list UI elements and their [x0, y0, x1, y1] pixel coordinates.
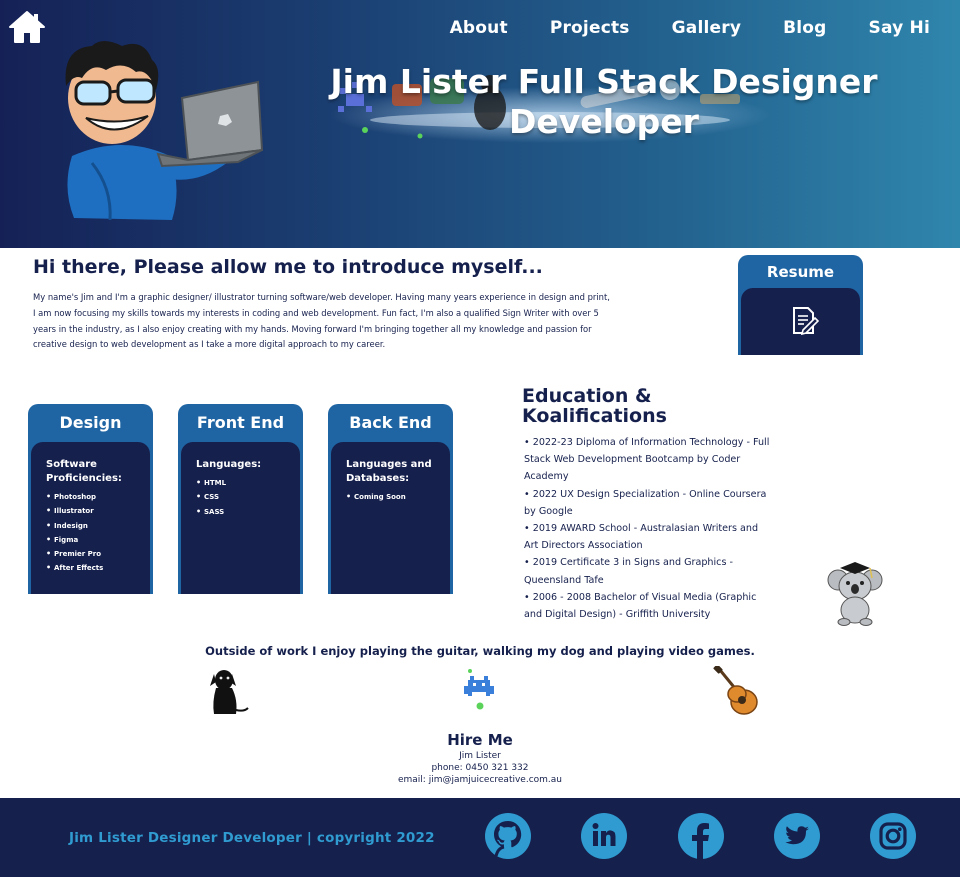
skill-card-title: Front End [196, 413, 285, 432]
instagram-icon[interactable] [869, 812, 917, 860]
intro-heading: Hi there, Please allow me to introduce m… [33, 256, 543, 278]
intro-paragraph: My name's Jim and I'm a graphic designer… [33, 292, 610, 350]
facebook-icon[interactable] [677, 812, 725, 860]
home-icon[interactable] [8, 10, 46, 44]
list-item: Premier Pro [46, 547, 150, 562]
github-icon[interactable] [484, 812, 532, 860]
contact-email: email: jim@jamjuicecreative.com.au [397, 775, 562, 785]
document-edit-icon [793, 307, 819, 336]
education-heading: Education & Koalifications [522, 385, 667, 427]
hero-title: Jim Lister Full Stack Designer Developer [330, 62, 878, 141]
list-item: 2022 UX Design Specialization - Online C… [524, 486, 770, 520]
skill-card-front-end: Front End Languages: HTML CSS SASS [178, 404, 303, 594]
skill-list: Coming Soon [346, 490, 450, 505]
hire-me-heading: Hire Me [447, 731, 513, 749]
education-list: 2022-23 Diploma of Information Technolog… [524, 434, 770, 623]
nav-projects[interactable]: Projects [550, 18, 630, 38]
resume-title: Resume [766, 263, 835, 281]
linkedin-icon[interactable] [580, 812, 628, 860]
list-item: 2006 - 2008 Bachelor of Visual Media (Gr… [524, 589, 770, 623]
skill-card-design: Design Software Proficiencies: Photoshop… [28, 404, 153, 594]
list-item: Indesign [46, 519, 150, 534]
guitar-illustration [713, 666, 758, 715]
skill-card-body: Languages and Databases: Coming Soon [331, 442, 450, 594]
nav-blog[interactable]: Blog [783, 18, 826, 38]
skill-card-subtitle: Languages: [196, 459, 262, 470]
list-item: 2022-23 Diploma of Information Technolog… [524, 434, 770, 486]
resume-card[interactable]: Resume [738, 255, 863, 355]
skill-card-subtitle: Software Proficiencies: [46, 459, 122, 484]
skill-list: HTML CSS SASS [196, 476, 300, 519]
list-item: After Effects [46, 561, 150, 576]
list-item: Illustrator [46, 504, 150, 519]
skill-card-subtitle: Languages and Databases: [346, 459, 432, 484]
skill-card-back-end: Back End Languages and Databases: Coming… [328, 404, 453, 594]
skill-card-body: Languages: HTML CSS SASS [181, 442, 300, 594]
list-item: Coming Soon [346, 490, 450, 505]
dog-illustration [210, 670, 249, 714]
skill-list: Photoshop Illustrator Indesign Figma Pre… [46, 490, 150, 576]
nav-say-hi[interactable]: Say Hi [869, 18, 930, 38]
list-item: SASS [196, 505, 300, 520]
skill-card-title: Back End [349, 413, 432, 432]
list-item: 2019 AWARD School - Australasian Writers… [524, 520, 770, 554]
footer-copyright: Jim Lister Designer Developer | copyrigh… [69, 830, 435, 846]
twitter-icon[interactable] [773, 812, 821, 860]
list-item: Photoshop [46, 490, 150, 505]
nav-gallery[interactable]: Gallery [672, 18, 741, 38]
cartoon-avatar-illustration [65, 41, 264, 221]
space-invader-illustration [464, 669, 494, 710]
hobbies-text: Outside of work I enjoy playing the guit… [205, 644, 755, 658]
list-item: CSS [196, 490, 300, 505]
nav-about[interactable]: About [450, 18, 508, 38]
skill-card-title: Design [59, 413, 122, 432]
main-nav: About Projects Gallery Blog Say Hi [408, 18, 930, 38]
koala-graduate-illustration [827, 562, 883, 626]
list-item: 2019 Certificate 3 in Signs and Graphics… [524, 554, 770, 588]
contact-name: Jim Lister [459, 751, 501, 761]
skill-card-body: Software Proficiencies: Photoshop Illust… [31, 442, 150, 594]
resume-card-body [741, 288, 860, 355]
header-banner: About Projects Gallery Blog Say Hi Jim L… [0, 0, 960, 248]
contact-phone: phone: 0450 321 332 [431, 763, 529, 773]
list-item: Figma [46, 533, 150, 548]
footer: Jim Lister Designer Developer | copyrigh… [0, 798, 960, 877]
list-item: HTML [196, 476, 300, 491]
